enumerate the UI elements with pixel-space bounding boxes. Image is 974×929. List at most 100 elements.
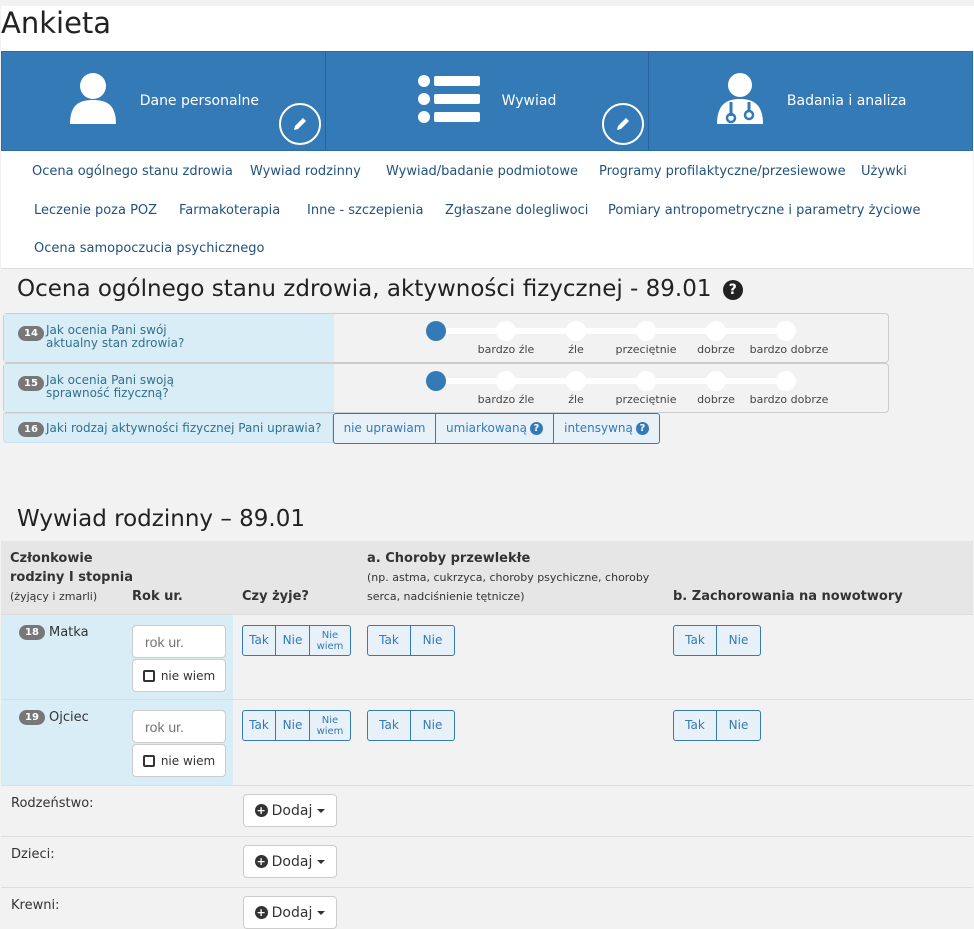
nie-button[interactable]: Nie bbox=[276, 710, 310, 741]
header-line: (np. astma, cukrzyca, choroby psychiczne… bbox=[367, 568, 649, 587]
plus-circle-icon: + bbox=[254, 804, 268, 817]
nie-wiem-button[interactable]: Nie wiem bbox=[310, 710, 351, 741]
nav-link[interactable]: Programy profilaktyczne/przesiewowe bbox=[599, 164, 846, 179]
nie-button[interactable]: Nie bbox=[717, 625, 761, 656]
family-table-header: Członkowie rodziny I stopnia (żyjący i z… bbox=[1, 541, 973, 614]
header-choroby: a. Choroby przewlekłe (np. astma, cukrzy… bbox=[367, 549, 649, 606]
add-dropdown-button[interactable]: + Dodaj bbox=[243, 845, 337, 878]
section-title-ocena: Ocena ogólnego stanu zdrowia, aktywności… bbox=[17, 276, 743, 302]
scale-label: bardzo źle bbox=[477, 393, 535, 406]
nie-wiem-button[interactable]: Nie wiem bbox=[310, 625, 351, 656]
alive-options: Tak Nie Nie wiem bbox=[242, 710, 351, 741]
question-number-badge: 15 bbox=[18, 376, 44, 391]
question-line: aktualny stan zdrowia? bbox=[46, 336, 185, 350]
member-cell: 18 Matka bbox=[1, 615, 123, 699]
slider-stop[interactable] bbox=[776, 371, 796, 391]
help-icon[interactable]: ? bbox=[529, 422, 543, 435]
help-icon[interactable]: ? bbox=[635, 422, 649, 435]
edit-pencil-icon[interactable] bbox=[602, 103, 645, 145]
card-label: Wywiad bbox=[501, 93, 557, 109]
birth-year-input[interactable] bbox=[132, 625, 226, 658]
header-sub: serca, nadciśnienie tętnicze) bbox=[367, 590, 525, 603]
slider-handle[interactable] bbox=[426, 371, 446, 391]
scale-label: źle bbox=[568, 393, 584, 406]
slider-stop[interactable] bbox=[496, 371, 516, 391]
nie-button[interactable]: Nie bbox=[411, 625, 455, 656]
help-icon[interactable]: ? bbox=[722, 280, 743, 300]
add-dropdown-button[interactable]: + Dodaj bbox=[243, 794, 337, 827]
card-dane-personalne[interactable]: Dane personalne bbox=[2, 52, 326, 150]
nie-wiem-checkbox[interactable]: nie wiem bbox=[132, 744, 226, 777]
slider-stop[interactable] bbox=[566, 371, 586, 391]
nav-link[interactable]: Pomiary antropometryczne i parametry życ… bbox=[608, 203, 920, 218]
nav-link[interactable]: Zgłaszane dolegliwoci bbox=[445, 203, 588, 218]
slider-stop[interactable] bbox=[496, 321, 516, 341]
family-row-ojciec: 19 Ojciec nie wiem Tak Nie Niewiem Tak N… bbox=[1, 699, 973, 785]
question-16: 16 Jaki rodzaj aktywności fizycznej Pani… bbox=[3, 413, 333, 443]
activity-options: nie uprawiam umiarkowaną? intensywną? bbox=[333, 413, 660, 444]
nav-link[interactable]: Leczenie poza POZ bbox=[34, 203, 157, 218]
option-intensywna[interactable]: intensywną? bbox=[554, 413, 660, 444]
question-text: Jak ocenia Pani swój aktualny stan zdrow… bbox=[46, 324, 184, 350]
header-line: serca, nadciśnienie tętnicze) bbox=[367, 587, 649, 606]
option-umiarkowana[interactable]: umiarkowaną? bbox=[436, 413, 554, 444]
slider-stop[interactable] bbox=[706, 321, 726, 341]
nav-link[interactable]: Inne - szczepienia bbox=[307, 203, 424, 218]
button-line: Nie bbox=[321, 629, 339, 641]
tak-button[interactable]: Tak bbox=[673, 710, 717, 741]
tak-button[interactable]: Tak bbox=[367, 710, 411, 741]
row-label: Krewni: bbox=[11, 898, 60, 913]
card-label: Dane personalne bbox=[139, 93, 259, 109]
option-nie-uprawiam[interactable]: nie uprawiam bbox=[333, 413, 436, 444]
add-dropdown-button[interactable]: + Dodaj bbox=[243, 896, 337, 929]
nav-link[interactable]: Farmakoterapia bbox=[179, 203, 280, 218]
checkbox-icon bbox=[142, 754, 155, 767]
family-row-matka: 18 Matka nie wiem Tak Nie Niewiem Tak Ni… bbox=[1, 614, 973, 699]
nav-link[interactable]: Używki bbox=[861, 164, 907, 179]
question-number-badge: 18 bbox=[19, 625, 45, 640]
member-cell: 19 Ojciec bbox=[1, 700, 123, 785]
cancer-options: Tak Nie bbox=[673, 625, 761, 656]
nie-wiem-checkbox[interactable]: nie wiem bbox=[132, 659, 226, 692]
chronic-options: Tak Nie bbox=[367, 625, 455, 656]
member-name: Ojciec bbox=[49, 710, 89, 725]
slider-stop[interactable] bbox=[636, 321, 656, 341]
top-cards: Dane personalne Wywiad Badania i analiza bbox=[1, 51, 973, 151]
nav-link[interactable]: Wywiad rodzinny bbox=[250, 164, 361, 179]
list-icon bbox=[417, 75, 480, 127]
option-label: umiarkowaną bbox=[446, 421, 527, 435]
card-wywiad[interactable]: Wywiad bbox=[326, 52, 650, 150]
question-number-badge: 16 bbox=[18, 422, 44, 437]
family-row-dzieci: Dzieci: + Dodaj bbox=[1, 836, 973, 887]
row-label: Rodzeństwo: bbox=[11, 796, 94, 811]
question-text: Jaki rodzaj aktywności fizycznej Pani up… bbox=[46, 421, 322, 435]
tak-button[interactable]: Tak bbox=[242, 710, 276, 741]
nav-link[interactable]: Ocena ogólnego stanu zdrowia bbox=[32, 164, 233, 179]
question-label: 15 Jak ocenia Pani swoją sprawność fizyc… bbox=[4, 364, 334, 412]
header-members: Członkowie rodziny I stopnia (żyjący i z… bbox=[10, 549, 133, 606]
doctor-icon bbox=[715, 72, 765, 130]
tak-button[interactable]: Tak bbox=[673, 625, 717, 656]
section-title-wywiad-rodzinny: Wywiad rodzinny – 89.01 bbox=[17, 506, 305, 532]
nav-link[interactable]: Wywiad/badanie podmiotowe bbox=[386, 164, 578, 179]
nav-link[interactable]: Ocena samopoczucia psychicznego bbox=[34, 241, 264, 256]
question-label: 14 Jak ocenia Pani swój aktualny stan zd… bbox=[4, 314, 334, 362]
nie-button[interactable]: Nie bbox=[411, 710, 455, 741]
rating-slider-track[interactable] bbox=[434, 328, 794, 334]
slider-handle[interactable] bbox=[426, 321, 446, 341]
slider-stop[interactable] bbox=[776, 321, 796, 341]
slider-stop[interactable] bbox=[706, 371, 726, 391]
plus-circle-icon: + bbox=[254, 855, 268, 868]
slider-stop[interactable] bbox=[566, 321, 586, 341]
tak-button[interactable]: Tak bbox=[242, 625, 276, 656]
nie-button[interactable]: Nie bbox=[717, 710, 761, 741]
rating-slider-track[interactable] bbox=[434, 378, 794, 384]
nie-wiem-label: nie wiem bbox=[160, 668, 216, 683]
button-line: wiem bbox=[316, 640, 344, 652]
birth-year-input[interactable] bbox=[132, 710, 226, 743]
nie-button[interactable]: Nie bbox=[276, 625, 310, 656]
card-badania[interactable]: Badania i analiza bbox=[649, 52, 972, 150]
edit-pencil-icon[interactable] bbox=[278, 103, 321, 145]
slider-stop[interactable] bbox=[636, 371, 656, 391]
tak-button[interactable]: Tak bbox=[367, 625, 411, 656]
